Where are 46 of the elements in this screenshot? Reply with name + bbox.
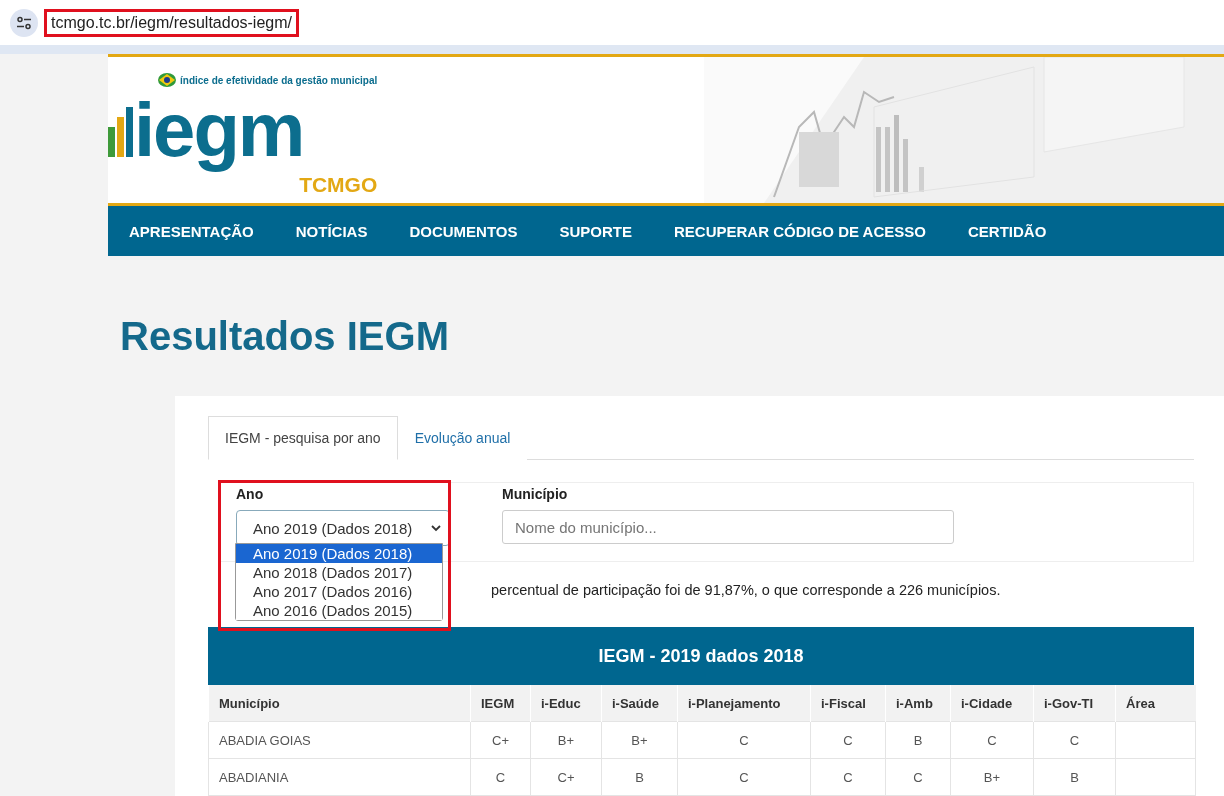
table-cell: B+ [601, 721, 678, 759]
field-label: Município [502, 486, 569, 502]
column-header: i-Planejamento [677, 685, 811, 722]
table-cell: B+ [950, 758, 1034, 796]
table-cell: C+ [470, 721, 531, 759]
nav-link[interactable]: RECUPERAR CÓDIGO DE ACESSO [674, 222, 926, 240]
column-header: i-Gov-TI [1033, 685, 1116, 722]
page-title: Resultados IEGM [120, 314, 450, 360]
column-header: i-Amb [885, 685, 951, 722]
column-header: i-Educ [530, 685, 602, 722]
table-cell: C+ [530, 758, 602, 796]
dropdown-option[interactable]: Ano 2019 (Dados 2018) [236, 544, 442, 563]
nav-link[interactable]: SUPORTE [559, 222, 632, 240]
logo-subtitle: TCMGO [299, 173, 378, 197]
field-label: Ano [236, 486, 265, 502]
table-cell: C [1033, 721, 1116, 759]
column-header: i-Fiscal [810, 685, 886, 722]
column-header: IEGM [470, 685, 531, 722]
nav-link[interactable]: APRESENTAÇÃO [129, 222, 254, 240]
column-header: Município [208, 685, 471, 722]
address-bar[interactable]: tcmgo.tc.br/iegm/resultados-iegm/ [44, 8, 299, 37]
table-cell: C [677, 758, 811, 796]
column-header: Área [1115, 685, 1196, 722]
nav-link[interactable]: NOTÍCIAS [295, 222, 368, 240]
table-title: IEGM - 2019 dados 2018 [208, 627, 1194, 685]
table-cell: C [810, 758, 886, 796]
table-cell: B [601, 758, 678, 796]
table-cell: C [885, 758, 951, 796]
nav-link[interactable]: DOCUMENTOS [409, 222, 518, 240]
table-cell: C [677, 721, 811, 759]
table-cell: C [950, 721, 1034, 759]
table-cell: B [1033, 758, 1116, 796]
logo-wordmark: iegm [134, 87, 304, 173]
column-header: i-Cidade [950, 685, 1034, 722]
logo-tagline: índice de efetividade da gestão municipal [180, 74, 378, 86]
tab[interactable]: IEGM - pesquisa por ano [208, 416, 398, 460]
table-cell: B+ [530, 721, 602, 759]
nav-link[interactable]: CERTIDÃO [967, 222, 1047, 240]
participation-note: percentual de participação foi de 91,87%, o que corresponde a 226 municípios. [491, 582, 1002, 600]
table-cell: B [885, 721, 951, 759]
table-cell: ABADIA GOIAS [208, 721, 471, 759]
municipality-field[interactable]: Nome do município... [502, 510, 954, 544]
table-cell: C [470, 758, 531, 796]
table-cell: ABADIANIA [208, 758, 471, 796]
table-cell: C [810, 721, 886, 759]
column-header: i-Saúde [601, 685, 678, 722]
